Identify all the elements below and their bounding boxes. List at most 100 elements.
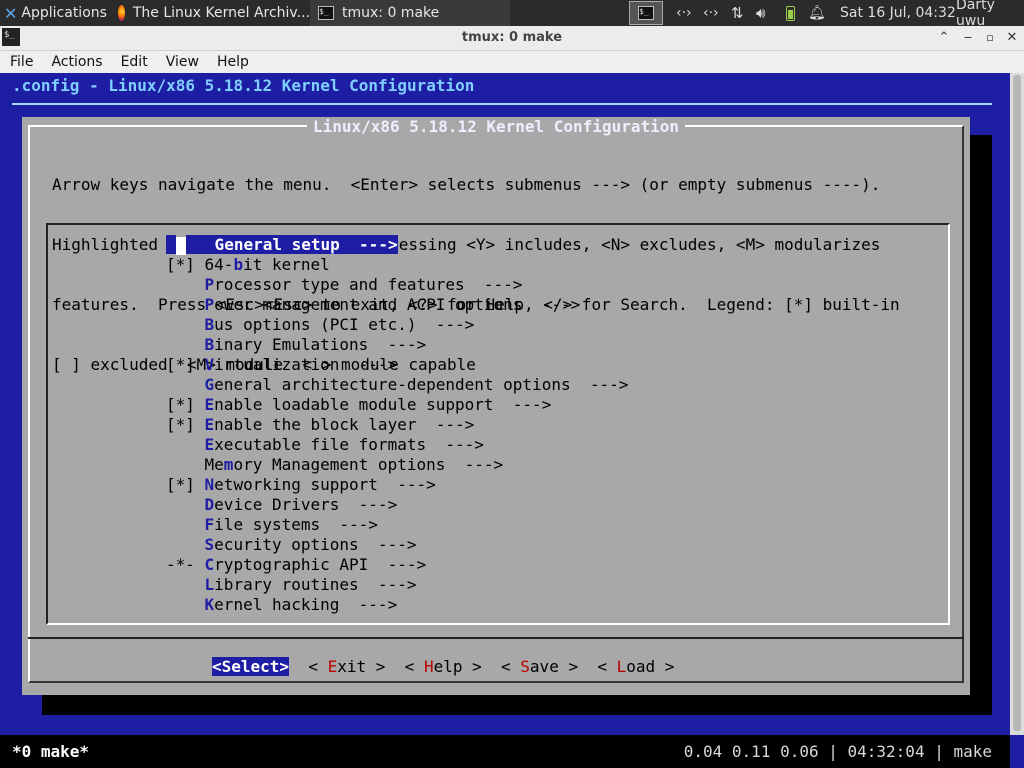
menu-item-label: General architecture-dependent options -… [205,375,629,394]
menu-item-text: xecutable file formats ---> [214,435,484,454]
maximize-icon[interactable]: ▫ [980,28,1000,48]
menu-item-marker: [*] [166,415,205,434]
menu-item[interactable]: [*] 64-bit kernel [166,255,628,275]
task-firefox[interactable]: The Linux Kernel Archiv... [110,0,310,26]
collapse-icon[interactable]: ⌃ [934,28,954,48]
menu-item-hotkey: G [204,375,215,394]
button-hotkey: E [327,657,338,676]
battery-icon[interactable] [786,0,795,26]
menu-item-marker [166,495,205,514]
menu-item[interactable]: Device Drivers ---> [166,495,628,515]
volume-icon[interactable]: 🔊︎ [756,0,765,26]
menu-item-marker: [*] [166,475,205,494]
menu-item[interactable]: [*] Enable loadable module support ---> [166,395,628,415]
button-hotkey: L [616,657,627,676]
menu-item[interactable]: General setup ---> [166,235,628,255]
network-updown-icon[interactable]: ⇅ [731,0,744,26]
menu-item[interactable]: [*] Enable the block layer ---> [166,415,628,435]
menu-item-label: Library routines ---> [205,575,417,594]
config-dialog: Linux/x86 5.18.12 Kernel Configuration A… [22,117,970,695]
menu-item-label: Binary Emulations ---> [205,335,427,354]
menu-item[interactable]: Memory Management options ---> [166,455,628,475]
menu-item-marker [166,315,205,334]
menu-item-marker [166,275,205,294]
tmux-status-right: 0.04 0.11 0.06 | 04:32:04 | make [683,742,992,761]
clock[interactable]: Sat 16 Jul, 04:32 [840,0,956,26]
menu-item[interactable]: File systems ---> [166,515,628,535]
menu-item-text: eneral architecture-dependent options --… [214,375,629,394]
minimize-icon[interactable]: ‒ [958,28,978,48]
menu-item[interactable]: -*- Cryptographic API ---> [166,555,628,575]
button-select[interactable]: <Select> [212,657,290,676]
button-text: oad > [626,657,675,676]
button-help[interactable]: < Help > [405,657,482,676]
menu-item[interactable]: Library routines ---> [166,575,628,595]
scrollbar-thumb[interactable] [1013,75,1021,731]
menu-item-text: rocessor type and features ---> [214,275,523,294]
menu-item-text: ory Management options ---> [233,455,504,474]
menu-file[interactable]: File [0,54,41,70]
notification-bell-icon[interactable]: 🔔︎ [808,0,826,26]
menu-item[interactable]: Processor type and features ---> [166,275,628,295]
user-menu[interactable]: Darty uwu [956,0,1024,29]
terminal-icon: $_ [638,6,654,20]
menu-edit[interactable]: Edit [111,54,156,70]
menu-item-text: ibrary routines ---> [214,575,417,594]
window-titlebar[interactable]: $_ tmux: 0 make ⌃ ‒ ▫ ✕ [0,26,1024,51]
menu-item-marker: [*] [166,255,205,274]
firefox-icon [118,5,125,21]
menu-item[interactable]: Executable file formats ---> [166,435,628,455]
menu-help[interactable]: Help [207,54,257,70]
tmux-window-label[interactable]: *0 make* [12,735,89,768]
menu-item-label: Cryptographic API ---> [205,555,427,574]
menu-item-marker [166,575,205,594]
task-terminal-title: tmux: 0 make [342,5,440,21]
menu-item-hotkey: P [204,275,215,294]
help-line: Arrow keys navigate the menu. <Enter> se… [52,175,881,194]
menu-view[interactable]: View [156,54,207,70]
menu-item-marker [166,595,205,614]
menu-item-label: Virtualization ---> [205,355,398,374]
applications-menu[interactable]: ✕ Applications ☰ [0,0,108,26]
menu-actions[interactable]: Actions [41,54,110,70]
menu-item[interactable]: General architecture-dependent options -… [166,375,629,395]
button-hotkey: S [520,657,530,676]
button-hotkey: H [423,657,434,676]
terminal-launcher-button[interactable]: $_ [629,1,663,25]
menu-item-hotkey: E [204,395,215,414]
network-icon-2[interactable]: ‹·› [703,0,719,26]
menu-item-marker [166,335,205,354]
menu-item-hotkey: L [204,575,215,594]
menu-item-marker [166,455,205,474]
menu-item-text: inary Emulations ---> [214,335,427,354]
menu-item[interactable]: Security options ---> [166,535,628,555]
menu-item[interactable]: [*] Networking support ---> [166,475,628,495]
scrollbar[interactable] [1010,73,1024,735]
menu-item[interactable]: Bus options (PCI etc.) ---> [166,315,628,335]
menu-item-label: Kernel hacking ---> [205,595,398,614]
button-exit[interactable]: < Exit > [308,657,385,676]
menu-item-text: etworking support ---> [214,475,436,494]
network-icon-1-glyph: ‹·› [676,5,692,21]
dialog-title: Linux/x86 5.18.12 Kernel Configuration [306,117,686,136]
menu-item-text: ower management and ACPI options ---> [214,295,581,314]
network-icon-1[interactable]: ‹·› [676,0,692,26]
close-icon[interactable]: ✕ [1002,28,1022,48]
menu-item[interactable]: Binary Emulations ---> [166,335,628,355]
clock-text: Sat 16 Jul, 04:32 [840,5,956,21]
task-terminal[interactable]: $_ tmux: 0 make [310,0,510,26]
menu-item-marker [166,375,205,394]
menu-item[interactable]: [*] Virtualization ---> [166,355,628,375]
menu-item-hotkey: P [204,295,215,314]
terminal-area[interactable]: .config - Linux/x86 5.18.12 Kernel Confi… [0,73,1024,768]
menu-item-text: evice Drivers ---> [214,495,398,514]
button-save[interactable]: < Save > [501,657,578,676]
selection-pad [166,235,176,254]
menu-item-label: Enable loadable module support ---> [205,395,552,414]
menu-item[interactable]: Power management and ACPI options ---> [166,295,628,315]
menu-item-hotkey: b [233,255,244,274]
menu-item[interactable]: Kernel hacking ---> [166,595,628,615]
menu-item-label: Power management and ACPI options ---> [205,295,581,314]
button-load[interactable]: < Load > [597,657,674,676]
selection-gap [185,235,215,254]
